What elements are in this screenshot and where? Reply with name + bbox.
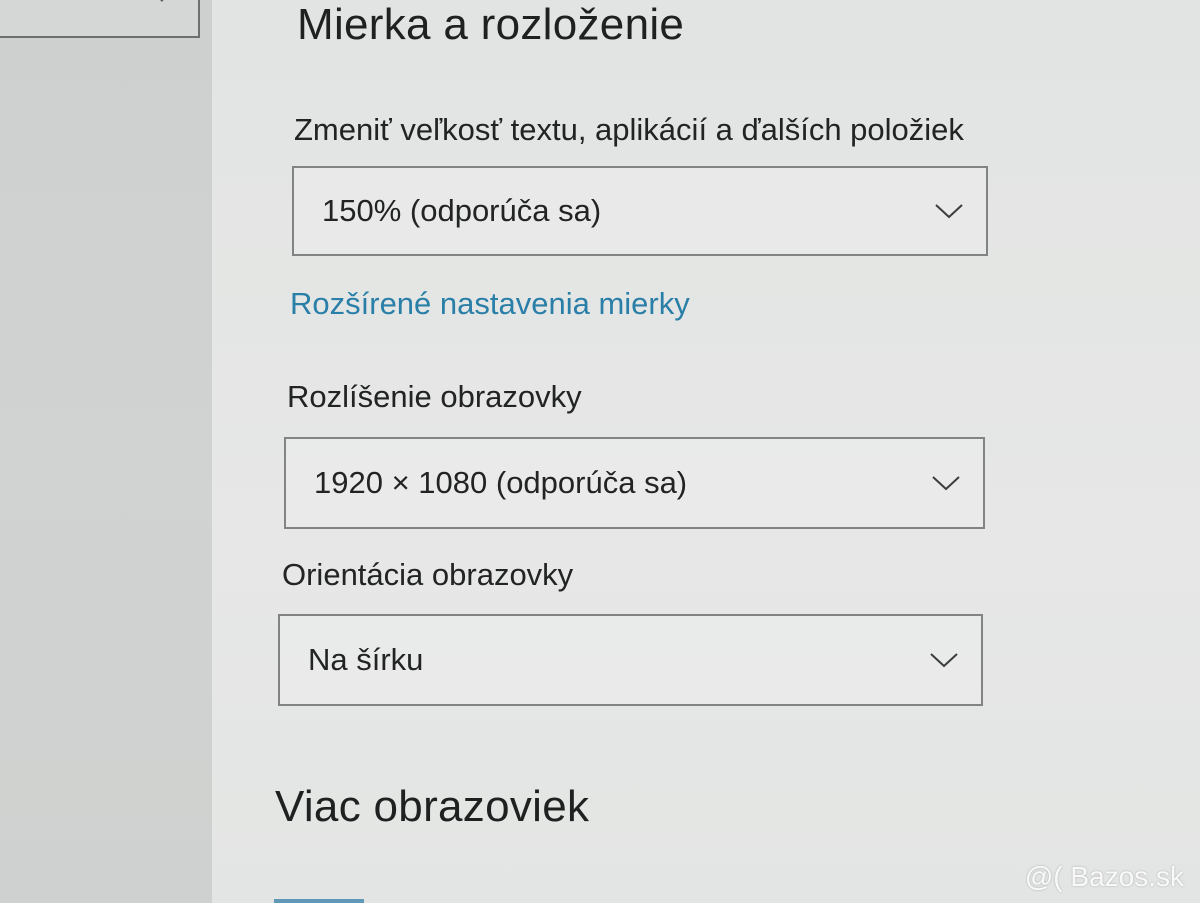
sidebar xyxy=(0,0,212,903)
chevron-down-icon xyxy=(935,204,963,219)
search-icon[interactable] xyxy=(158,0,184,8)
section-heading-scale-layout: Mierka a rozloženie xyxy=(297,0,685,49)
orientation-label: Orientácia obrazovky xyxy=(282,557,574,592)
search-input[interactable] xyxy=(0,0,200,38)
watermark: @( Bazos.sk xyxy=(1024,861,1184,892)
scale-label: Zmeniť veľkosť textu, aplikácií a ďalšíc… xyxy=(294,112,964,147)
advanced-scaling-link[interactable]: Rozšírené nastavenia mierky xyxy=(290,286,690,322)
chevron-down-icon xyxy=(932,476,960,491)
resolution-label: Rozlíšenie obrazovky xyxy=(287,379,582,414)
orientation-dropdown[interactable]: Na šírku xyxy=(278,614,983,706)
scale-selected-value: 150% (odporúča sa) xyxy=(322,193,602,228)
orientation-selected-value: Na šírku xyxy=(308,642,424,677)
scale-dropdown[interactable]: 150% (odporúča sa) xyxy=(292,166,988,256)
resolution-selected-value: 1920 × 1080 (odporúča sa) xyxy=(314,465,688,500)
section-heading-multiple-displays: Viac obrazoviek xyxy=(275,782,590,831)
cut-off-link[interactable] xyxy=(274,893,364,903)
chevron-down-icon xyxy=(930,653,958,668)
resolution-dropdown[interactable]: 1920 × 1080 (odporúča sa) xyxy=(284,437,985,529)
